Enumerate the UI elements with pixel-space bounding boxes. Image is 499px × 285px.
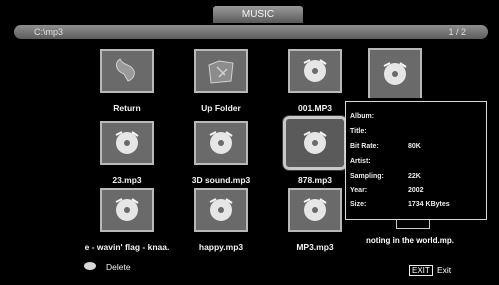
page-indicator: 1 / 2 — [448, 27, 466, 37]
exit-label[interactable]: Exit — [437, 265, 451, 275]
music-file-icon — [282, 115, 348, 171]
return-icon — [100, 49, 154, 93]
music-file-icon — [194, 188, 248, 232]
music-file-icon — [100, 121, 154, 165]
current-path: C:\mp3 — [34, 27, 64, 37]
info-key: Title: — [350, 128, 367, 135]
info-key: Artist: — [350, 158, 371, 165]
partial-item-label: noting in the world.mp. — [366, 236, 454, 245]
music-file-icon[interactable] — [368, 48, 422, 98]
info-key: Size: — [350, 201, 367, 208]
music-file-icon — [194, 121, 248, 165]
info-key: Bit Rate: — [350, 143, 379, 150]
file-info-panel: Album: Title: Bit Rate: 80K Artist: Samp… — [345, 101, 487, 220]
info-value: 1734 KBytes — [408, 201, 450, 208]
music-file-icon — [288, 49, 342, 93]
folder-icon — [194, 49, 248, 93]
delete-label[interactable]: Delete — [106, 262, 131, 272]
info-key: Album: — [350, 113, 375, 120]
delete-color-key-icon[interactable] — [84, 262, 96, 270]
music-file-icon — [100, 188, 154, 232]
info-value: 80K — [408, 143, 421, 150]
info-key: Sampling: — [350, 173, 384, 180]
info-value: 22K — [408, 173, 421, 180]
info-key: Year: — [350, 187, 368, 194]
partial-item-frame — [396, 219, 430, 229]
music-file-icon — [288, 188, 342, 232]
exit-key-icon[interactable]: EXIT — [409, 265, 433, 276]
music-tab-title: MUSIC — [213, 6, 303, 23]
path-bar: C:\mp3 1 / 2 — [14, 25, 488, 39]
info-value: 2002 — [408, 187, 424, 194]
